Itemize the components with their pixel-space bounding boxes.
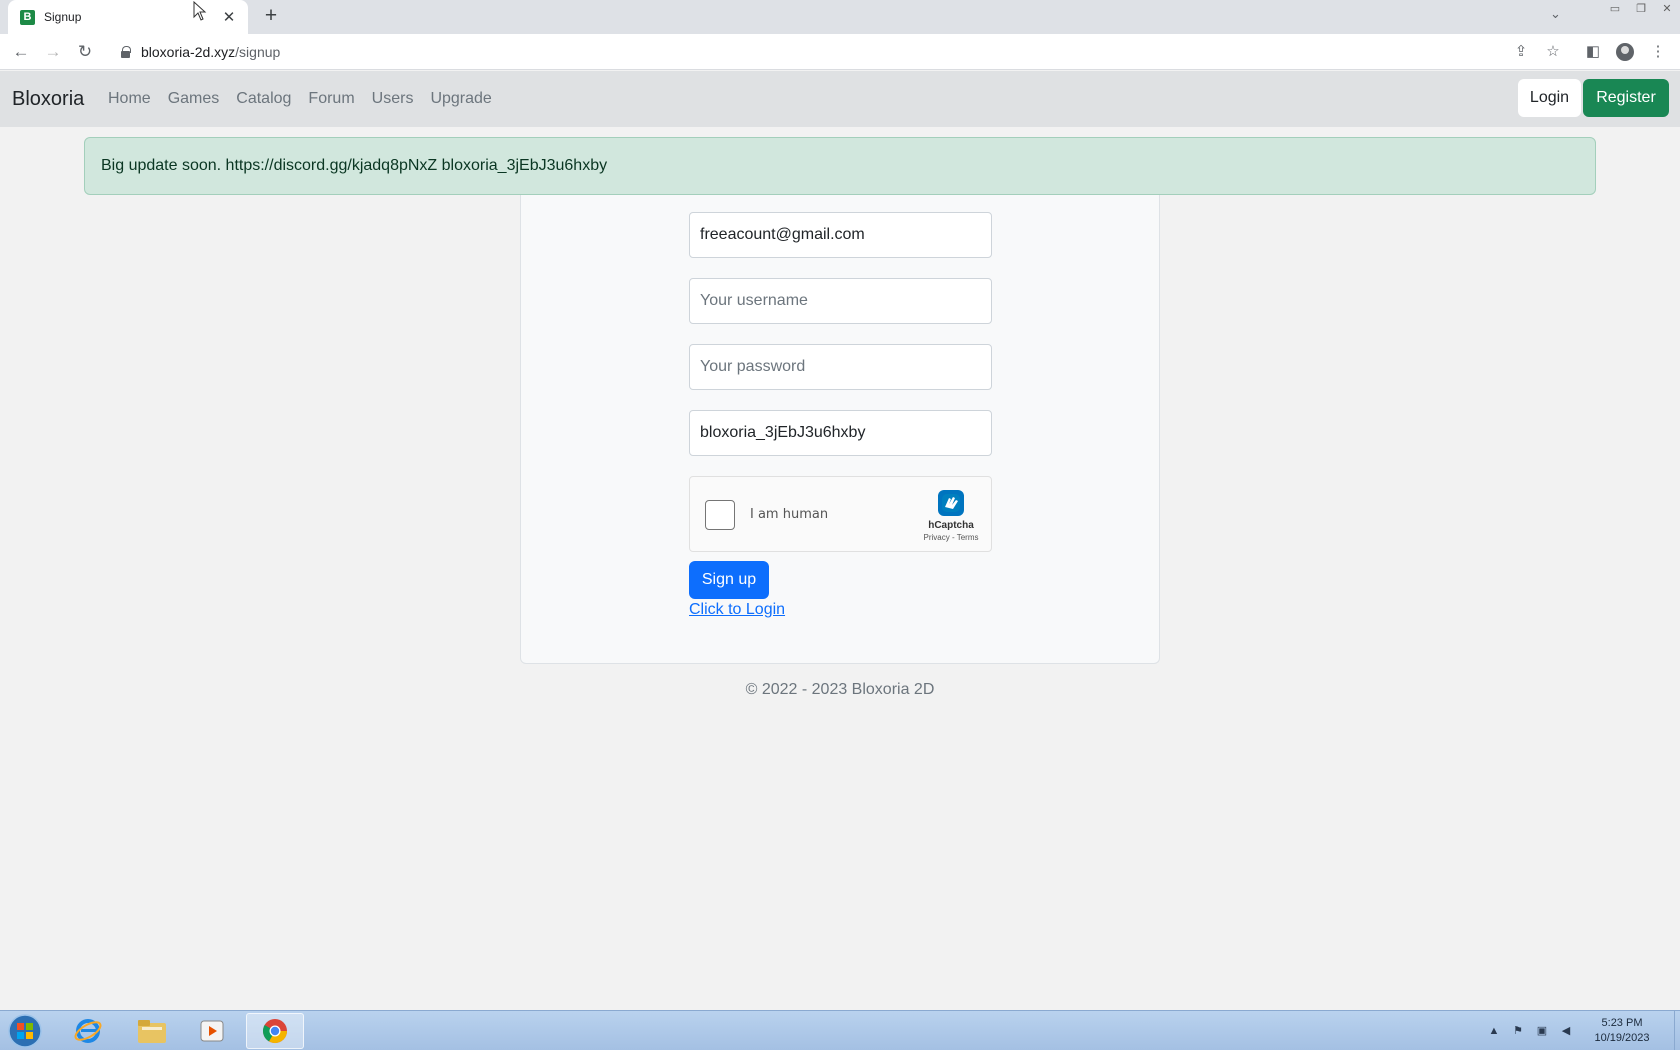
email-field[interactable]	[689, 212, 992, 258]
minimize-icon[interactable]: ▭	[1602, 0, 1628, 18]
taskbar-clock[interactable]: 5:23 PM 10/19/2023	[1582, 1016, 1662, 1046]
login-button[interactable]: Login	[1518, 79, 1581, 117]
browser-toolbar: ← → ↻ bloxoria-2d.xyz/signup ⇪ ☆ ◧ ⋮	[0, 34, 1680, 70]
forward-arrow-icon[interactable]: →	[41, 40, 65, 64]
window-controls: ▭ ❐ ✕	[1602, 0, 1680, 18]
internet-explorer-icon[interactable]	[62, 1013, 114, 1049]
url-host: bloxoria-2d.xyz	[141, 44, 236, 60]
clock-time: 5:23 PM	[1601, 1017, 1643, 1029]
mouse-cursor-icon	[193, 1, 207, 21]
start-button-icon[interactable]	[4, 1013, 46, 1049]
nav-link-users[interactable]: Users	[372, 90, 414, 108]
close-window-icon[interactable]: ✕	[1654, 0, 1680, 18]
captcha-brand: hCaptcha	[928, 520, 974, 531]
menu-kebab-icon[interactable]: ⋮	[1648, 42, 1668, 60]
show-desktop-button[interactable]	[1674, 1011, 1680, 1050]
url-text: bloxoria-2d.xyz/signup	[141, 44, 280, 60]
media-player-icon[interactable]	[186, 1013, 238, 1049]
brand-logo[interactable]: Bloxoria	[12, 88, 84, 111]
username-field[interactable]	[689, 278, 992, 324]
site-navbar: Bloxoria Home Games Catalog Forum Users …	[0, 71, 1680, 127]
action-center-flag-icon[interactable]: ⚑	[1510, 1024, 1526, 1038]
invite-code-field[interactable]	[689, 410, 992, 456]
windows-taskbar: ▲ ⚑ ▣ ◀ 5:23 PM 10/19/2023	[0, 1010, 1680, 1050]
tab-search-chevron-icon[interactable]: ⌄	[1550, 6, 1561, 22]
password-field[interactable]	[689, 344, 992, 390]
nav-link-home[interactable]: Home	[108, 90, 151, 108]
back-arrow-icon[interactable]: ←	[9, 40, 33, 64]
signup-button[interactable]: Sign up	[689, 561, 769, 599]
new-tab-plus-icon[interactable]: +	[259, 5, 283, 29]
tab-close-icon[interactable]: ✕	[220, 8, 238, 26]
captcha-privacy-terms[interactable]: Privacy - Terms	[920, 533, 982, 542]
clock-date: 10/19/2023	[1594, 1032, 1650, 1044]
restore-icon[interactable]: ❐	[1628, 0, 1654, 18]
captcha-checkbox[interactable]	[705, 500, 735, 530]
nav-links: Home Games Catalog Forum Users Upgrade	[108, 90, 509, 108]
profile-icon[interactable]	[1616, 43, 1634, 61]
footer-copyright: © 2022 - 2023 Bloxoria 2D	[745, 681, 935, 698]
reload-icon[interactable]: ↻	[73, 40, 97, 64]
browser-tab[interactable]: B Signup ✕	[8, 0, 248, 34]
nav-link-upgrade[interactable]: Upgrade	[430, 90, 491, 108]
login-link[interactable]: Click to Login	[689, 601, 785, 619]
tray-expand-icon[interactable]: ▲	[1486, 1024, 1502, 1038]
side-panel-icon[interactable]: ◧	[1583, 42, 1603, 60]
lock-icon[interactable]	[120, 46, 131, 58]
chrome-taskbar-icon[interactable]	[246, 1013, 304, 1049]
hcaptcha-widget: I am human hCaptcha Privacy - Terms	[689, 476, 992, 552]
address-bar[interactable]: bloxoria-2d.xyz/signup	[110, 38, 1500, 66]
site-favicon-icon: B	[20, 9, 35, 25]
browser-tab-strip: B Signup ✕ + ⌄ ▭ ❐ ✕	[0, 0, 1680, 34]
url-path: /signup	[235, 44, 281, 60]
file-explorer-icon[interactable]	[126, 1013, 178, 1049]
captcha-label: I am human	[750, 507, 829, 522]
nav-link-games[interactable]: Games	[168, 90, 220, 108]
nav-link-forum[interactable]: Forum	[308, 90, 354, 108]
hcaptcha-logo-icon	[938, 490, 964, 516]
network-icon[interactable]: ▣	[1534, 1024, 1550, 1038]
register-button[interactable]: Register	[1583, 79, 1669, 117]
announcement-alert: Big update soon. https://discord.gg/kjad…	[84, 137, 1596, 195]
volume-muted-icon[interactable]: ◀	[1558, 1024, 1574, 1038]
share-icon[interactable]: ⇪	[1511, 42, 1531, 60]
nav-link-catalog[interactable]: Catalog	[236, 90, 291, 108]
system-tray: ▲ ⚑ ▣ ◀ 5:23 PM 10/19/2023	[1486, 1011, 1680, 1050]
bookmark-star-icon[interactable]: ☆	[1543, 42, 1563, 60]
